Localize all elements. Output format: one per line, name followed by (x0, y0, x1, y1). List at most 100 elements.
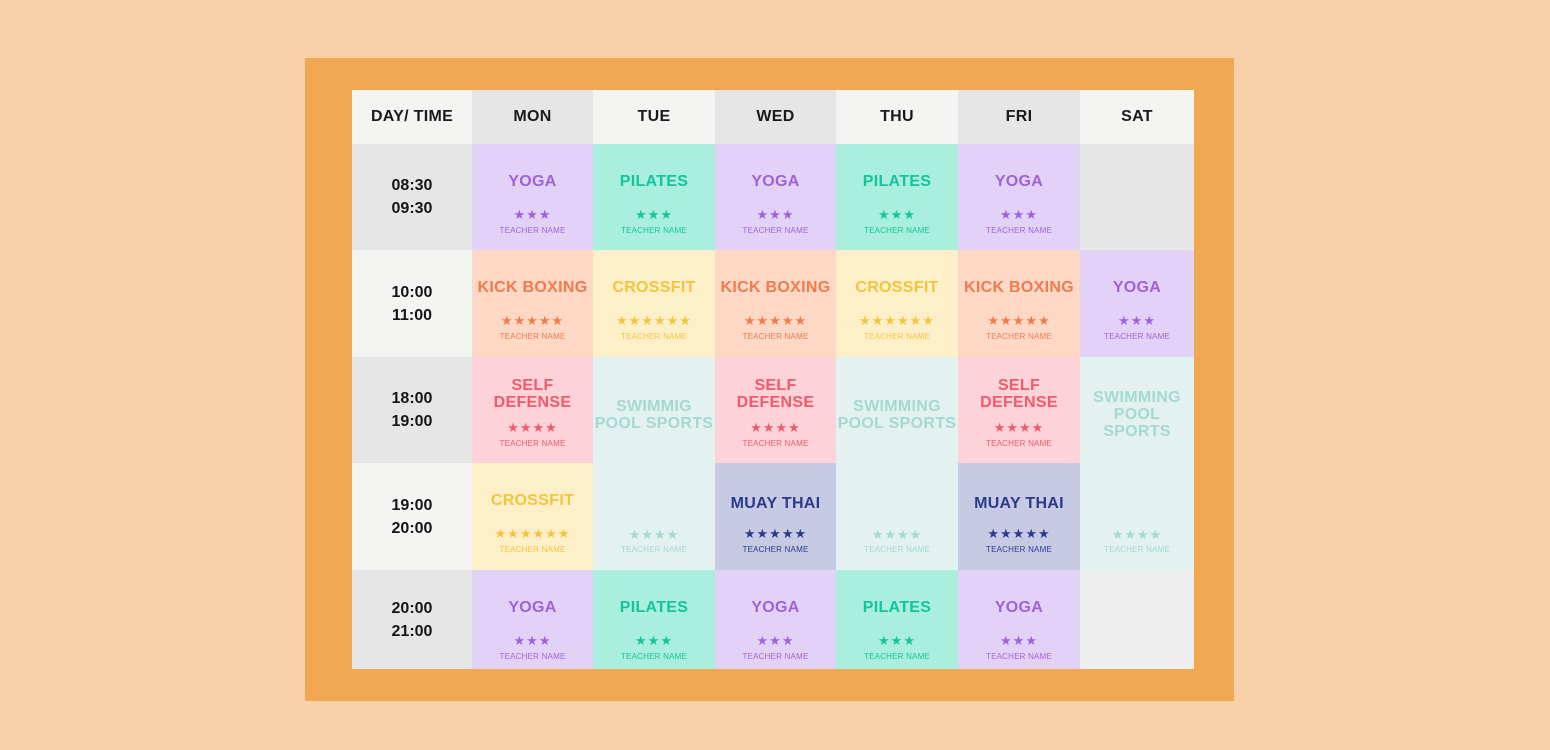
teacher-name: TEACHER NAME (864, 332, 930, 341)
time-slot: 10:00 11:00 (352, 250, 472, 357)
class-cell-crossfit: CROSSFIT ★★★★★★ TEACHER NAME (593, 250, 715, 357)
class-cell-muay: MUAY THAI ★★★★★ TEACHER NAME (958, 463, 1080, 570)
teacher-name: TEACHER NAME (499, 652, 566, 661)
class-cell-swim: SWIMMING POOL SPORTS (1080, 357, 1194, 463)
class-cell-empty: ★★★★ TEACHER NAME (836, 463, 958, 570)
teacher-name: TEACHER NAME (864, 226, 930, 235)
teacher-name: TEACHER NAME (499, 226, 566, 235)
difficulty-stars-icon: ★★★★★★ (859, 313, 935, 328)
class-cell-pilates: PILATES ★★★ TEACHER NAME (593, 570, 715, 669)
class-cell-empty: ★★★★ TEACHER NAME (593, 463, 715, 570)
class-cell-pilates: PILATES ★★★ TEACHER NAME (836, 570, 958, 669)
difficulty-stars-icon: ★★★★★★ (494, 526, 571, 541)
class-cell-yoga: YOGA ★★★ TEACHER NAME (715, 570, 836, 669)
class-cell-yoga: YOGA ★★★ TEACHER NAME (958, 144, 1080, 250)
difficulty-stars-icon: ★★★★★ (987, 313, 1051, 328)
teacher-name: TEACHER NAME (499, 439, 566, 448)
difficulty-stars-icon: ★★★★ (1111, 527, 1163, 542)
header-day-mon: MON (472, 90, 593, 144)
time-slot: 18:00 19:00 (352, 357, 472, 463)
difficulty-stars-icon: ★★★★ (507, 420, 558, 435)
difficulty-stars-icon: ★★★ (1118, 313, 1156, 328)
teacher-name: TEACHER NAME (742, 226, 809, 235)
difficulty-stars-icon: ★★★ (756, 207, 795, 222)
time-slot: 08:30 09:30 (352, 144, 472, 250)
header-day-tue: TUE (593, 90, 715, 144)
class-cell-yoga: YOGA ★★★ TEACHER NAME (472, 570, 593, 669)
header-day-sat: SAT (1080, 90, 1194, 144)
teacher-name: TEACHER NAME (742, 652, 809, 661)
time-start: 19:00 (391, 496, 433, 514)
class-cell-swim: SWIMMIG POOL SPORTS (593, 357, 715, 463)
difficulty-stars-icon: ★★★★★ (743, 313, 808, 328)
header-day-wed: WED (715, 90, 836, 144)
class-cell-kick: KICK BOXING ★★★★★ TEACHER NAME (472, 250, 593, 357)
difficulty-stars-icon: ★★★ (1000, 207, 1038, 222)
time-end: 20:00 (391, 519, 433, 537)
time-slot: 19:00 20:00 (352, 463, 472, 570)
class-cell-kick: KICK BOXING ★★★★★ TEACHER NAME (958, 250, 1080, 357)
teacher-name: TEACHER NAME (499, 332, 566, 341)
class-name: SWIMMIG POOL SPORTS (594, 397, 714, 432)
difficulty-stars-icon: ★★★ (878, 633, 916, 648)
class-cell-self: SELF DEFENSE ★★★★ TEACHER NAME (472, 357, 593, 463)
teacher-name: TEACHER NAME (621, 545, 687, 554)
teacher-name: TEACHER NAME (1104, 545, 1170, 554)
class-cell-muay: MUAY THAI ★★★★★ TEACHER NAME (715, 463, 836, 570)
difficulty-stars-icon: ★★★ (1000, 633, 1038, 648)
class-cell-empty (1080, 570, 1194, 669)
time-end: 21:00 (391, 622, 433, 640)
difficulty-stars-icon: ★★★★★ (987, 526, 1051, 541)
class-cell-swim: SWIMMING POOL SPORTS (836, 357, 958, 463)
header-day-fri: FRI (958, 90, 1080, 144)
class-cell-empty (1080, 144, 1194, 250)
teacher-name: TEACHER NAME (986, 545, 1052, 554)
class-cell-pilates: PILATES ★★★ TEACHER NAME (836, 144, 958, 250)
teacher-name: TEACHER NAME (742, 439, 809, 448)
time-start: 18:00 (391, 390, 433, 407)
teacher-name: TEACHER NAME (864, 652, 930, 661)
teacher-name: TEACHER NAME (986, 226, 1052, 235)
class-cell-yoga: YOGA ★★★ TEACHER NAME (715, 144, 836, 250)
teacher-name: TEACHER NAME (621, 652, 687, 661)
time-end: 19:00 (391, 413, 433, 430)
class-cell-empty: ★★★★ TEACHER NAME (1080, 463, 1194, 570)
teacher-name: TEACHER NAME (742, 332, 809, 341)
difficulty-stars-icon: ★★★ (878, 207, 916, 222)
class-schedule-table: DAY/ TIME MON TUE WED THU FRI SAT 08:30 09:30 YOG… (352, 90, 1194, 669)
teacher-name: TEACHER NAME (499, 545, 566, 554)
teacher-name: TEACHER NAME (864, 545, 930, 554)
teacher-name: TEACHER NAME (621, 332, 687, 341)
difficulty-stars-icon: ★★★ (635, 207, 673, 222)
class-cell-yoga: YOGA ★★★ TEACHER NAME (472, 144, 593, 250)
difficulty-stars-icon: ★★★★ (628, 527, 680, 542)
time-end: 11:00 (391, 306, 433, 324)
difficulty-stars-icon: ★★★★ (993, 420, 1045, 435)
teacher-name: TEACHER NAME (986, 332, 1052, 341)
schedule-frame: DAY/ TIME MON TUE WED THU FRI SAT 08:30 09:30 YOG… (305, 58, 1234, 701)
difficulty-stars-icon: ★★★ (635, 633, 673, 648)
class-cell-self: SELF DEFENSE ★★★★ TEACHER NAME (958, 357, 1080, 463)
difficulty-stars-icon: ★★★★★★ (616, 313, 692, 328)
class-cell-crossfit: CROSSFIT ★★★★★★ TEACHER NAME (472, 463, 593, 570)
teacher-name: TEACHER NAME (986, 652, 1052, 661)
teacher-name: TEACHER NAME (986, 439, 1052, 448)
class-name: SWIMMING POOL SPORTS (837, 397, 957, 432)
difficulty-stars-icon: ★★★★★ (743, 526, 808, 541)
time-end: 09:30 (391, 200, 433, 217)
class-cell-pilates: PILATES ★★★ TEACHER NAME (593, 144, 715, 250)
teacher-name: TEACHER NAME (621, 226, 687, 235)
difficulty-stars-icon: ★★★ (513, 633, 552, 648)
class-cell-kick: KICK BOXING ★★★★★ TEACHER NAME (715, 250, 836, 357)
difficulty-stars-icon: ★★★ (756, 633, 795, 648)
difficulty-stars-icon: ★★★★ (871, 527, 923, 542)
time-start: 10:00 (391, 283, 433, 301)
time-start: 08:30 (391, 177, 433, 194)
time-start: 20:00 (391, 599, 433, 617)
class-cell-self: SELF DEFENSE ★★★★ TEACHER NAME (715, 357, 836, 463)
time-slot: 20:00 21:00 (352, 570, 472, 669)
difficulty-stars-icon: ★★★★★ (500, 313, 565, 328)
class-cell-yoga: YOGA ★★★ TEACHER NAME (958, 570, 1080, 669)
teacher-name: TEACHER NAME (1104, 332, 1170, 341)
class-cell-yoga: YOGA ★★★ TEACHER NAME (1080, 250, 1194, 357)
